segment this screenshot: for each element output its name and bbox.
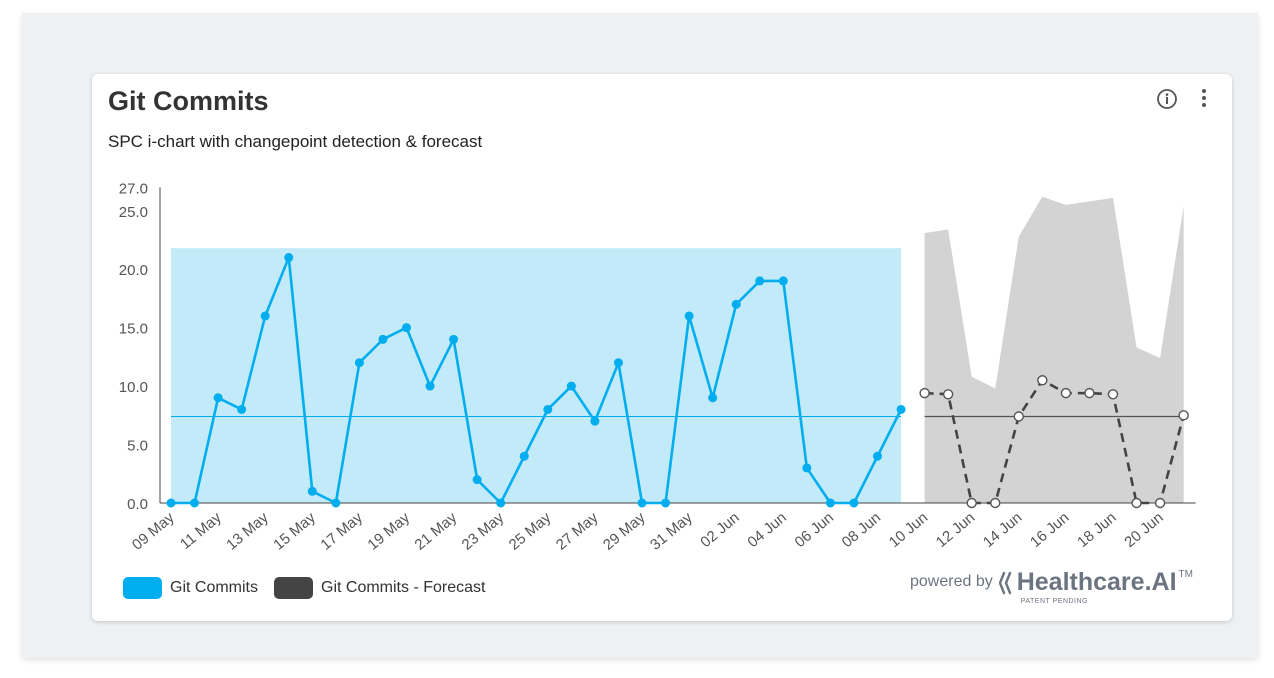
- data-point-forecast: [1060, 387, 1072, 399]
- data-point-git-commits: [731, 299, 741, 309]
- data-point-forecast: [1037, 375, 1048, 386]
- data-point-git-commits: [284, 253, 294, 263]
- data-point-git-commits: [237, 404, 247, 414]
- y-tick-label: 15.0: [119, 321, 148, 338]
- data-point-git-commits: [590, 416, 600, 426]
- data-point-git-commits: [472, 475, 482, 485]
- x-tick-label: 16 Jun: [1027, 509, 1072, 551]
- data-point-forecast: [1154, 497, 1166, 509]
- patent-pending: PATENT PENDING: [1020, 598, 1089, 605]
- y-tick-label: 20.0: [119, 262, 148, 279]
- data-point-git-commits: [213, 393, 223, 403]
- data-point-git-commits: [449, 334, 459, 344]
- data-point-forecast: [942, 389, 954, 400]
- x-tick-label: 15 May: [270, 509, 319, 554]
- brand-trademark: TM: [1178, 569, 1193, 580]
- data-point-git-commits: [637, 498, 647, 508]
- powered-by-label: powered by: [910, 573, 993, 590]
- x-tick-label: 23 May: [459, 509, 508, 554]
- data-point-git-commits: [849, 498, 859, 508]
- data-point-git-commits: [613, 358, 623, 368]
- data-point-git-commits: [708, 393, 718, 403]
- y-tick-label: 25.0: [119, 204, 148, 221]
- x-tick-label: 21 May: [412, 509, 461, 554]
- legend-item-git-commits[interactable]: Git Commits: [123, 577, 258, 599]
- legend-label-forecast: Git Commits - Forecast: [321, 579, 486, 596]
- y-tick-label: 10.0: [119, 379, 148, 396]
- healthcare-ai-logo: Healthcare.AI TM PATENT PENDING: [998, 568, 1193, 605]
- data-point-git-commits: [684, 311, 694, 321]
- x-tick-label: 08 Jun: [839, 509, 884, 551]
- chart-card: Git Commits SPC i-chart with changepoint…: [92, 74, 1232, 621]
- x-tick-label: 29 May: [600, 509, 649, 554]
- x-tick-label: 10 Jun: [886, 509, 931, 551]
- x-tick-label: 06 Jun: [792, 509, 837, 551]
- data-point-forecast: [919, 387, 930, 399]
- forecast-interval-band: [924, 196, 1184, 504]
- data-point-forecast: [1084, 387, 1095, 399]
- control-limit-band: [171, 248, 902, 503]
- data-point-git-commits: [331, 498, 341, 508]
- legend-swatch-git-commits: [123, 577, 162, 599]
- y-tick-label: 27.0: [119, 180, 148, 197]
- data-point-git-commits: [307, 486, 317, 496]
- x-tick-label: 12 Jun: [933, 509, 978, 551]
- data-point-git-commits: [778, 276, 788, 286]
- data-point-git-commits: [873, 451, 882, 461]
- y-tick-label: 5.0: [127, 438, 148, 455]
- data-point-git-commits: [190, 498, 200, 508]
- data-point-git-commits: [402, 323, 411, 333]
- dashboard-background: Git Commits SPC i-chart with changepoint…: [22, 13, 1258, 658]
- x-tick-label: 31 May: [647, 509, 696, 554]
- legend-swatch-forecast: [274, 577, 313, 599]
- legend-item-forecast[interactable]: Git Commits - Forecast: [274, 577, 485, 599]
- x-tick-label: 02 Jun: [697, 509, 742, 551]
- chart-legend: Git Commits Git Commits - Forecast: [123, 577, 501, 599]
- x-tick-label: 19 May: [364, 509, 413, 554]
- data-point-forecast: [1178, 410, 1189, 421]
- x-tick-label: 11 May: [177, 509, 225, 553]
- data-point-git-commits: [755, 276, 765, 286]
- x-tick-label: 13 May: [223, 509, 272, 554]
- x-tick-label: 17 May: [317, 509, 366, 554]
- data-point-git-commits: [425, 381, 435, 391]
- data-point-forecast: [1131, 497, 1142, 509]
- x-tick-label: 27 May: [553, 509, 602, 554]
- x-tick-label: 14 Jun: [980, 509, 1025, 551]
- data-point-forecast: [1013, 411, 1024, 422]
- brand-mark-icon: [998, 571, 1011, 594]
- powered-by-branding: powered by Healthcare.AI TM PATENT PENDI…: [910, 568, 1193, 605]
- data-point-git-commits: [519, 451, 529, 461]
- data-point-git-commits: [543, 404, 553, 414]
- x-tick-label: 20 Jun: [1121, 509, 1166, 551]
- data-point-git-commits: [378, 334, 388, 344]
- data-point-git-commits: [260, 311, 270, 321]
- x-tick-label: 04 Jun: [744, 509, 789, 551]
- data-point-forecast: [966, 497, 977, 509]
- y-tick-label: 0.0: [127, 496, 148, 513]
- x-tick-label: 18 Jun: [1074, 509, 1119, 551]
- data-point-git-commits: [166, 498, 176, 508]
- data-point-forecast: [1107, 389, 1119, 400]
- data-point-git-commits: [496, 498, 506, 508]
- data-point-git-commits: [802, 463, 812, 473]
- x-tick-label: 09 May: [129, 509, 178, 554]
- data-point-git-commits: [825, 498, 835, 508]
- brand-name: Healthcare.AI: [1016, 568, 1177, 596]
- x-tick-label: 25 May: [506, 509, 555, 554]
- data-point-git-commits: [354, 358, 364, 368]
- spc-chart: 0.0 5.0 10.0 15.0 20.0 25.0 27.0 09 May 11 May13…: [119, 180, 1196, 554]
- data-point-git-commits: [661, 498, 671, 508]
- data-point-forecast: [990, 497, 1001, 509]
- data-point-git-commits: [896, 404, 906, 414]
- legend-label-git-commits: Git Commits: [170, 579, 258, 596]
- data-point-git-commits: [566, 381, 576, 391]
